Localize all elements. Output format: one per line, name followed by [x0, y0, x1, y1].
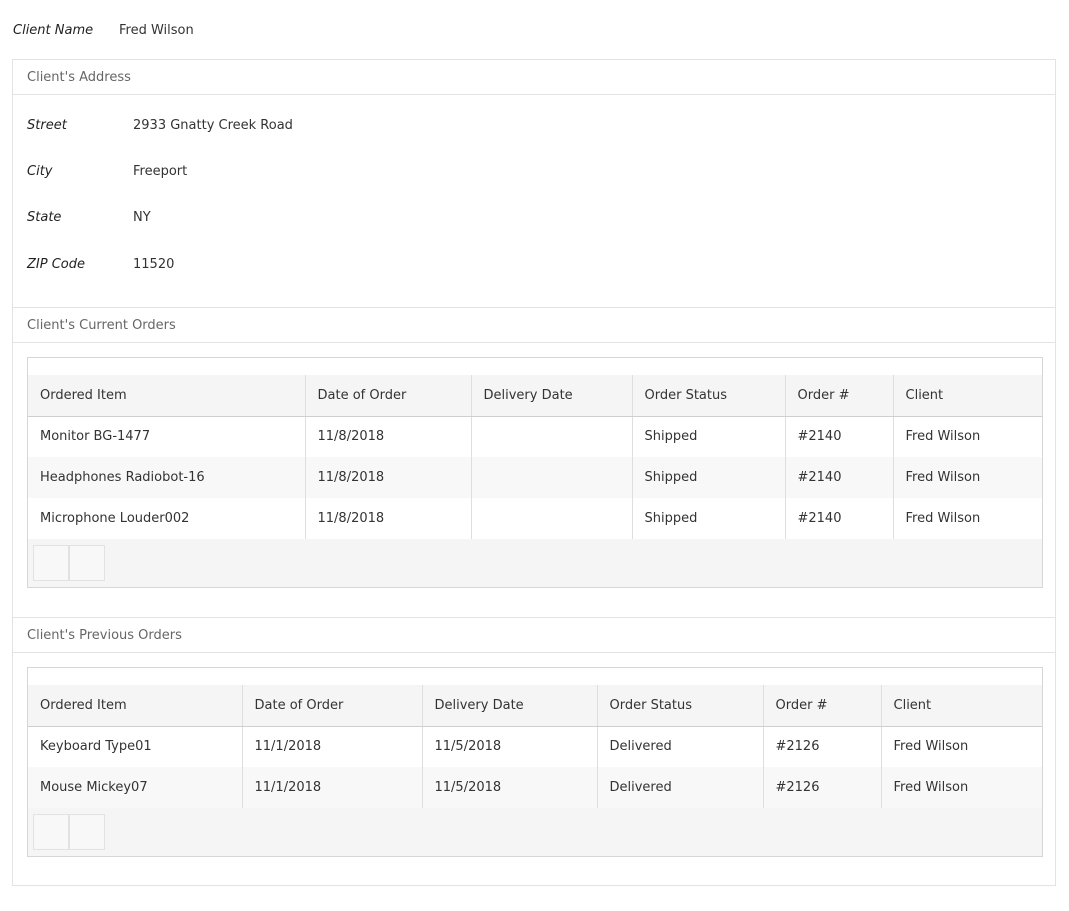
- column-header[interactable]: Client: [893, 375, 1042, 417]
- table-cell: [471, 498, 633, 539]
- table-row[interactable]: Monitor BG-1477 11/8/2018 Shipped #2140 …: [28, 416, 1042, 457]
- street-label: Street: [27, 117, 67, 133]
- table-cell: [471, 457, 633, 498]
- previous-orders-section-header: Client's Previous Orders: [13, 617, 1055, 653]
- table-cell: Microphone Louder002: [28, 498, 306, 539]
- table-cell: Shipped: [632, 416, 786, 457]
- current-orders-grid: Ordered Item Date of Order Delivery Date…: [27, 357, 1043, 588]
- table-cell: #2140: [785, 498, 894, 539]
- table-cell: Fred Wilson: [881, 726, 1042, 767]
- previous-orders-table: Ordered Item Date of Order Delivery Date…: [28, 685, 1042, 808]
- column-header[interactable]: Order #: [785, 375, 894, 417]
- table-row[interactable]: Mouse Mickey07 11/1/2018 11/5/2018 Deliv…: [28, 767, 1042, 808]
- table-cell: Fred Wilson: [881, 767, 1042, 808]
- table-cell: Fred Wilson: [893, 416, 1042, 457]
- table-cell: Headphones Radiobot-16: [28, 457, 306, 498]
- column-header[interactable]: Ordered Item: [28, 375, 306, 417]
- table-cell: 11/8/2018: [305, 457, 472, 498]
- table-row[interactable]: Headphones Radiobot-16 11/8/2018 Shipped…: [28, 457, 1042, 498]
- column-header[interactable]: Order Status: [632, 375, 786, 417]
- state-value: NY: [133, 209, 151, 225]
- column-header[interactable]: Date of Order: [305, 375, 472, 417]
- previous-orders-grid: Ordered Item Date of Order Delivery Date…: [27, 667, 1043, 857]
- table-cell: 11/5/2018: [422, 767, 598, 808]
- zip-label: ZIP Code: [27, 256, 85, 272]
- table-cell: 11/1/2018: [242, 726, 423, 767]
- table-cell: #2140: [785, 416, 894, 457]
- client-name-row: Client Name Fred Wilson: [13, 21, 194, 39]
- column-header[interactable]: Order Status: [597, 685, 764, 727]
- state-row: State NY: [27, 208, 151, 226]
- column-header[interactable]: Delivery Date: [471, 375, 633, 417]
- table-header-row: Ordered Item Date of Order Delivery Date…: [28, 685, 1042, 727]
- column-header[interactable]: Delivery Date: [422, 685, 598, 727]
- zip-row: ZIP Code 11520: [27, 255, 174, 273]
- current-orders-pager: [28, 539, 1042, 587]
- address-section-header: Client's Address: [13, 60, 1055, 95]
- pager-prev-button[interactable]: [33, 545, 69, 581]
- table-cell: Fred Wilson: [893, 457, 1042, 498]
- table-cell: #2140: [785, 457, 894, 498]
- city-label: City: [27, 163, 53, 179]
- current-orders-section-header: Client's Current Orders: [13, 307, 1055, 343]
- street-row: Street 2933 Gnatty Creek Road: [27, 116, 293, 134]
- client-name-value: Fred Wilson: [119, 22, 194, 38]
- table-cell: Delivered: [597, 767, 764, 808]
- state-label: State: [27, 209, 62, 225]
- city-value: Freeport: [133, 163, 188, 179]
- table-cell: Monitor BG-1477: [28, 416, 306, 457]
- table-cell: Keyboard Type01: [28, 726, 243, 767]
- table-cell: 11/8/2018: [305, 416, 472, 457]
- table-cell: Fred Wilson: [893, 498, 1042, 539]
- pager-prev-button[interactable]: [33, 814, 69, 850]
- table-cell: 11/1/2018: [242, 767, 423, 808]
- client-name-label: Client Name: [13, 22, 94, 38]
- street-value: 2933 Gnatty Creek Road: [133, 117, 293, 133]
- table-row[interactable]: Keyboard Type01 11/1/2018 11/5/2018 Deli…: [28, 726, 1042, 767]
- city-row: City Freeport: [27, 162, 187, 180]
- column-header[interactable]: Date of Order: [242, 685, 423, 727]
- pager-next-button[interactable]: [69, 814, 105, 850]
- table-cell: [471, 416, 633, 457]
- table-cell: 11/5/2018: [422, 726, 598, 767]
- column-header[interactable]: Ordered Item: [28, 685, 243, 727]
- column-header[interactable]: Order #: [763, 685, 882, 727]
- table-cell: Shipped: [632, 498, 786, 539]
- pager-next-button[interactable]: [69, 545, 105, 581]
- previous-orders-pager: [28, 808, 1042, 856]
- table-cell: #2126: [763, 726, 882, 767]
- client-details-panel: Client's Address Street 2933 Gnatty Cree…: [12, 59, 1056, 886]
- column-header[interactable]: Client: [881, 685, 1042, 727]
- table-row[interactable]: Microphone Louder002 11/8/2018 Shipped #…: [28, 498, 1042, 539]
- current-orders-table: Ordered Item Date of Order Delivery Date…: [28, 375, 1042, 539]
- table-cell: Shipped: [632, 457, 786, 498]
- zip-value: 11520: [133, 256, 175, 272]
- table-cell: 11/8/2018: [305, 498, 472, 539]
- table-cell: Mouse Mickey07: [28, 767, 243, 808]
- table-cell: #2126: [763, 767, 882, 808]
- table-header-row: Ordered Item Date of Order Delivery Date…: [28, 375, 1042, 417]
- table-cell: Delivered: [597, 726, 764, 767]
